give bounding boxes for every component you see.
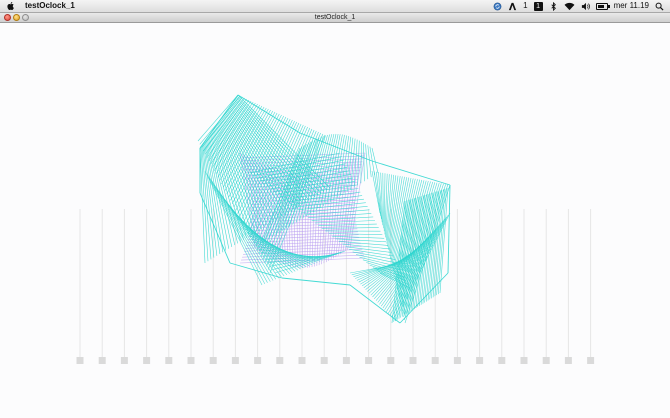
sync-icon[interactable] <box>493 2 502 11</box>
slider-knob[interactable] <box>187 357 195 364</box>
status-count-a[interactable]: 1 <box>523 0 527 12</box>
mesh-outline <box>281 277 351 286</box>
wifi-icon[interactable] <box>564 2 575 11</box>
slider-knob[interactable] <box>209 357 217 364</box>
zoom-window-button[interactable] <box>22 14 29 21</box>
minimize-window-button[interactable] <box>13 14 20 21</box>
apple-icon[interactable] <box>6 1 16 11</box>
menu-clock[interactable]: mer 11.19 <box>614 0 649 12</box>
slider-knob[interactable] <box>365 357 373 364</box>
slider-knob[interactable] <box>431 357 439 364</box>
slider-knob[interactable] <box>276 357 284 364</box>
app-name-menu[interactable]: testOclock_1 <box>25 0 75 12</box>
slider-knob[interactable] <box>76 357 84 364</box>
mesh-line-cyan <box>365 144 369 180</box>
mesh-line-lavender <box>307 172 310 268</box>
menu-bar-status: 1 1 mer 11.19 <box>493 0 664 12</box>
slider-knob[interactable] <box>564 357 572 364</box>
slider-track-group <box>76 209 595 364</box>
mesh-line-lavender <box>250 222 357 229</box>
mesh-line-cyan <box>383 173 386 232</box>
mesh-line-cyan <box>382 172 384 229</box>
search-icon[interactable] <box>655 2 664 11</box>
mesh-line-cyan <box>373 171 381 217</box>
slider-knob[interactable] <box>298 357 306 364</box>
menu-bar: testOclock_1 1 1 mer 11.19 <box>0 0 670 13</box>
mesh-line-cyan <box>321 227 379 229</box>
slider-knob[interactable] <box>342 357 350 364</box>
slider-knob[interactable] <box>409 357 417 364</box>
mesh-line-lavender <box>304 172 306 268</box>
slider-knob[interactable] <box>320 357 328 364</box>
mesh-outline <box>447 184 451 274</box>
close-window-button[interactable] <box>4 14 11 21</box>
slider-knob[interactable] <box>165 357 173 364</box>
slider-knob[interactable] <box>587 357 595 364</box>
slider-knob[interactable] <box>231 357 239 364</box>
status-count-b-badge[interactable]: 1 <box>533 1 543 11</box>
slider-knob[interactable] <box>120 357 128 364</box>
mesh-outline <box>237 94 301 134</box>
slider-knob[interactable] <box>476 357 484 364</box>
adobe-icon[interactable] <box>508 2 517 11</box>
battery-icon[interactable] <box>595 2 610 10</box>
slider-knob[interactable] <box>254 357 262 364</box>
wireframe-artwork <box>76 94 595 364</box>
slider-knob[interactable] <box>98 357 106 364</box>
mesh-line-cyan <box>203 97 245 152</box>
window-title-bar[interactable]: testOclock_1 <box>0 13 670 23</box>
slider-knob[interactable] <box>143 357 151 364</box>
mesh-line-cyan <box>371 147 379 174</box>
slider-knob[interactable] <box>520 357 528 364</box>
status-count-b: 1 <box>536 2 541 10</box>
bluetooth-icon[interactable] <box>549 1 558 11</box>
window-title: testOclock_1 <box>314 14 356 21</box>
slider-knob[interactable] <box>453 357 461 364</box>
sketch-canvas[interactable] <box>0 23 670 418</box>
slider-knob[interactable] <box>387 357 395 364</box>
volume-icon[interactable] <box>581 2 590 11</box>
mesh-line-cyan <box>328 233 383 235</box>
mesh-line-cyan <box>201 145 212 260</box>
mesh-outline <box>371 160 451 186</box>
slider-knob[interactable] <box>542 357 550 364</box>
slider-knob[interactable] <box>498 357 506 364</box>
